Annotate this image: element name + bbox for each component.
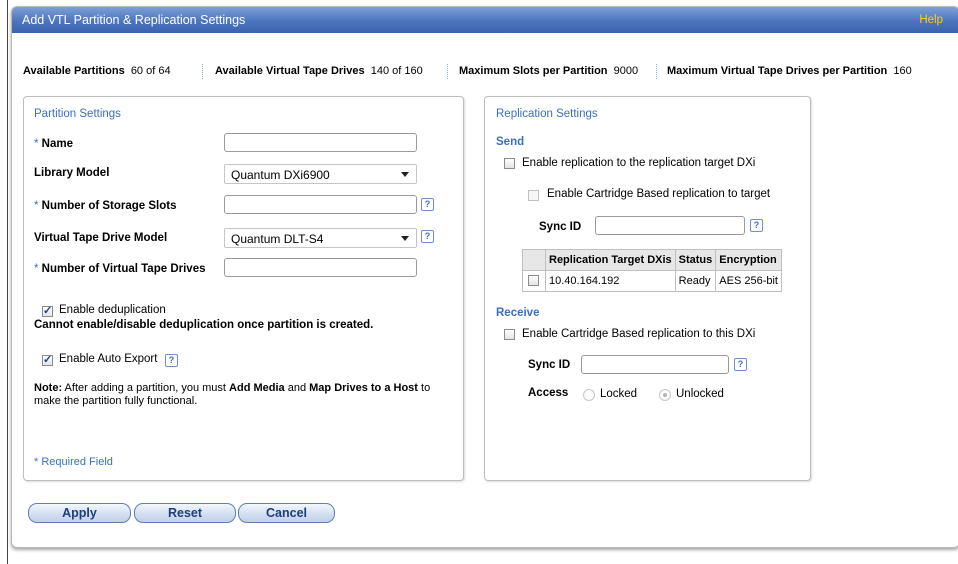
enable-replication-checkbox[interactable] <box>504 158 515 169</box>
enable-replication-label: Enable replication to the replication ta… <box>522 157 756 169</box>
name-label: * Name <box>34 138 73 150</box>
table-header-select <box>522 249 546 271</box>
drive-model-select[interactable]: Quantum DLT-S4 <box>224 228 417 248</box>
table-row[interactable]: 10.40.164.192 Ready AES 256-bit <box>522 270 782 292</box>
capacity-info-bar: Available Partitions 60 of 64 Available … <box>12 61 958 81</box>
drive-model-label: Virtual Tape Drive Model <box>34 232 168 244</box>
table-row-select-cell <box>522 270 546 292</box>
dedup-checkbox[interactable] <box>42 304 53 317</box>
receive-sync-id-label: Sync ID <box>528 359 571 371</box>
partition-note: Note: After adding a partition, you must… <box>34 382 431 407</box>
enable-cartridge-checkbox[interactable] <box>528 190 539 201</box>
help-question-icon[interactable]: ? <box>750 219 763 232</box>
name-input[interactable] <box>224 133 417 152</box>
chevron-down-icon <box>401 236 409 241</box>
drive-count-input[interactable] <box>224 258 417 277</box>
reset-button[interactable]: Reset <box>134 503 236 523</box>
info-separator <box>202 64 203 79</box>
dialog-title: Add VTL Partition & Replication Settings <box>22 13 246 27</box>
chevron-down-icon <box>401 172 409 177</box>
receive-section-label: Receive <box>496 307 540 319</box>
replication-targets-table: Replication Target DXis Status Encryptio… <box>522 249 782 292</box>
send-section-label: Send <box>496 136 525 148</box>
cancel-button[interactable]: Cancel <box>238 503 335 523</box>
enable-receive-label: Enable Cartridge Based replication to th… <box>522 328 756 340</box>
library-model-select[interactable]: Quantum DXi6900 <box>224 164 417 184</box>
receive-sync-id-input[interactable] <box>581 355 729 374</box>
available-partitions: Available Partitions 60 of 64 <box>23 65 171 77</box>
table-header-target: Replication Target DXis <box>545 249 676 271</box>
help-question-icon[interactable]: ? <box>421 198 434 211</box>
encryption-cell: AES 256-bit <box>715 270 782 292</box>
access-locked-radio[interactable] <box>583 389 595 401</box>
dedup-label: Enable deduplication <box>59 304 166 316</box>
partition-settings-panel: Partition Settings * Name Library Model … <box>23 96 464 481</box>
access-unlocked-radio[interactable] <box>659 389 671 401</box>
access-label: Access <box>528 387 569 399</box>
storage-slots-input[interactable] <box>224 195 417 214</box>
auto-export-label: Enable Auto Export <box>59 353 158 365</box>
info-separator <box>656 64 657 79</box>
table-header-row: Replication Target DXis Status Encryptio… <box>522 249 782 271</box>
access-unlocked-label: Unlocked <box>676 388 724 400</box>
storage-slots-label: * Number of Storage Slots <box>34 200 177 212</box>
auto-export-checkbox[interactable] <box>42 353 53 366</box>
help-question-icon[interactable]: ? <box>734 358 747 371</box>
max-slots: Maximum Slots per Partition 9000 <box>459 65 639 77</box>
help-question-icon[interactable]: ? <box>421 230 434 243</box>
apply-button[interactable]: Apply <box>28 503 131 523</box>
available-drives: Available Virtual Tape Drives 140 of 160 <box>215 65 423 77</box>
left-border-rule <box>7 0 8 564</box>
max-drives: Maximum Virtual Tape Drives per Partitio… <box>667 65 912 77</box>
info-separator <box>447 64 448 79</box>
help-question-icon[interactable]: ? <box>165 354 178 367</box>
send-sync-id-label: Sync ID <box>539 221 582 233</box>
target-cell: 10.40.164.192 <box>545 270 676 292</box>
enable-cartridge-label: Enable Cartridge Based replication to ta… <box>547 188 771 200</box>
table-header-encryption: Encryption <box>715 249 782 271</box>
status-cell: Ready <box>674 270 717 292</box>
help-link[interactable]: Help <box>919 14 943 26</box>
enable-receive-checkbox[interactable] <box>504 329 515 340</box>
replication-settings-panel: Replication Settings Send Enable replica… <box>484 96 811 481</box>
required-field-note: * Required Field <box>34 456 113 468</box>
dedup-warning: Cannot enable/disable deduplication once… <box>34 319 374 331</box>
send-sync-id-input[interactable] <box>595 216 745 235</box>
target-row-checkbox[interactable] <box>528 275 539 286</box>
table-header-status: Status <box>674 249 717 271</box>
replication-settings-title: Replication Settings <box>496 108 598 120</box>
drive-count-label: * Number of Virtual Tape Drives <box>34 263 206 275</box>
partition-settings-title: Partition Settings <box>34 108 121 120</box>
library-model-label: Library Model <box>34 167 110 179</box>
dialog-window: Add VTL Partition & Replication Settings… <box>11 6 958 548</box>
access-locked-label: Locked <box>600 388 638 400</box>
title-bar: Add VTL Partition & Replication Settings… <box>12 7 958 33</box>
